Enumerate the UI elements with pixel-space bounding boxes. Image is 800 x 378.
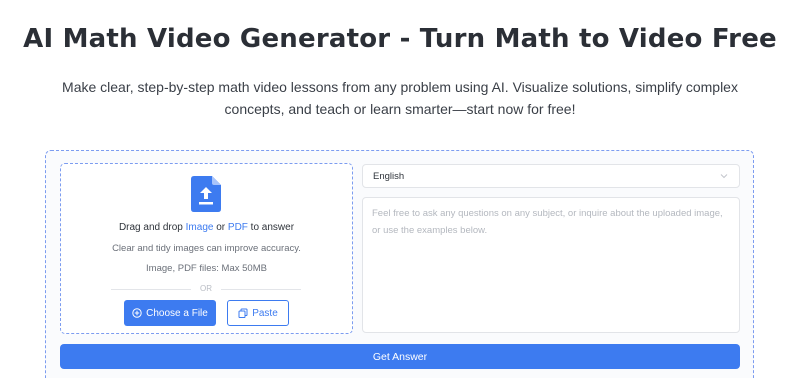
choose-file-button[interactable]: Choose a File <box>124 300 216 326</box>
page-title: AI Math Video Generator - Turn Math to V… <box>23 24 777 54</box>
plus-circle-icon <box>132 308 142 318</box>
paste-label: Paste <box>252 307 278 319</box>
paste-button[interactable]: Paste <box>227 300 289 326</box>
drag-prefix-text: Drag and drop <box>118 222 186 233</box>
image-link[interactable]: Image <box>186 222 214 233</box>
choose-file-label: Choose a File <box>146 307 208 319</box>
copy-icon <box>238 308 248 318</box>
pdf-link[interactable]: PDF <box>228 222 248 233</box>
get-answer-button[interactable]: Get Answer <box>60 344 740 369</box>
language-value: English <box>373 170 405 182</box>
file-limit-hint: Image, PDF files: Max 50MB <box>146 263 267 274</box>
accuracy-hint: Clear and tidy images can improve accura… <box>112 243 301 254</box>
drag-suffix-text: to answer <box>247 222 295 233</box>
get-answer-label: Get Answer <box>372 350 428 363</box>
or-divider: OR <box>111 284 301 294</box>
upload-file-icon <box>191 176 221 212</box>
language-select[interactable]: English <box>362 164 740 188</box>
or-text: or <box>213 222 228 233</box>
divider-line-right <box>221 289 301 290</box>
chevron-down-icon <box>720 174 728 179</box>
drag-drop-instructions: Drag and drop Image or PDF to answer <box>60 222 353 233</box>
question-textarea[interactable]: Feel free to ask any questions on any su… <box>362 197 740 333</box>
page-subtitle: Make clear, step-by-step math video less… <box>62 79 738 117</box>
